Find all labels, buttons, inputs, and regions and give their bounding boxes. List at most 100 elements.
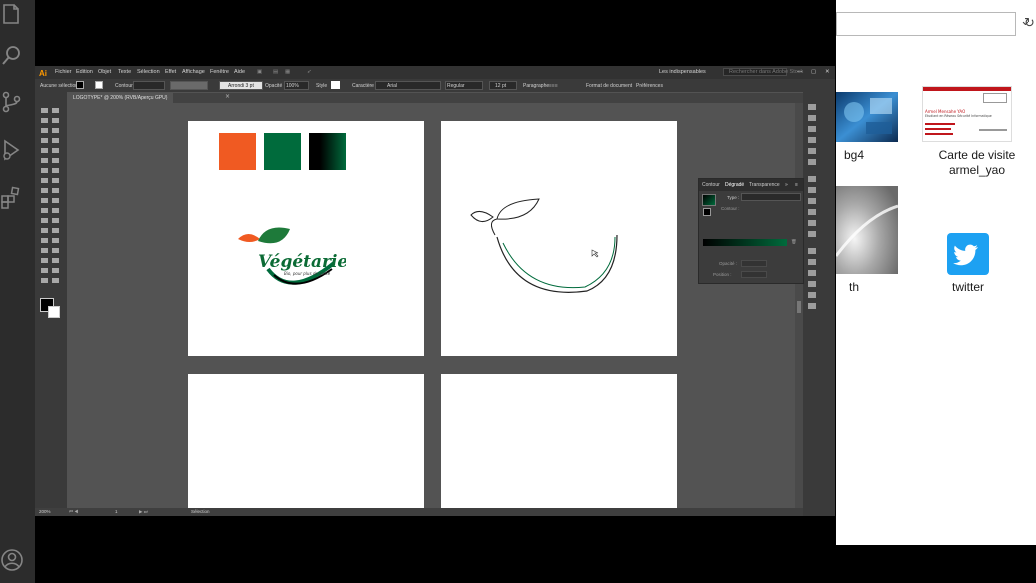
menu-item[interactable]: Effet bbox=[165, 69, 176, 75]
tool-icon[interactable] bbox=[52, 268, 59, 273]
file-name[interactable]: Carte de visite armel_yao bbox=[922, 148, 1032, 178]
dock-panel-icon[interactable] bbox=[808, 259, 816, 265]
tool-icon[interactable] bbox=[52, 148, 59, 153]
swatch-gradient[interactable] bbox=[309, 133, 346, 170]
dock-panel-icon[interactable] bbox=[808, 248, 816, 254]
document-setup-button[interactable]: Format de document bbox=[586, 83, 632, 89]
dock-panel-icon[interactable] bbox=[808, 231, 816, 237]
swatch-orange[interactable] bbox=[219, 133, 256, 170]
file-thumbnail-th[interactable] bbox=[836, 186, 898, 274]
zoom-level[interactable]: 200% bbox=[39, 509, 51, 514]
menu-item[interactable]: Edition bbox=[76, 69, 93, 75]
style-swatch[interactable] bbox=[331, 81, 340, 89]
menu-item[interactable]: Sélection bbox=[137, 69, 160, 75]
maximize-button[interactable]: ▢ bbox=[811, 69, 816, 75]
file-thumbnail-bg4[interactable] bbox=[836, 92, 898, 142]
tool-icon[interactable] bbox=[52, 158, 59, 163]
tool-icon[interactable] bbox=[52, 248, 59, 253]
font-family-field[interactable] bbox=[375, 81, 441, 90]
tool-icon[interactable] bbox=[52, 238, 59, 243]
tab-transparency[interactable]: Transparence bbox=[749, 182, 780, 188]
dock-panel-icon[interactable] bbox=[808, 209, 816, 215]
tool-icon[interactable] bbox=[52, 168, 59, 173]
tool-icon[interactable] bbox=[41, 108, 48, 113]
type-select[interactable] bbox=[741, 193, 801, 201]
tool-icon[interactable] bbox=[52, 278, 59, 283]
character-label[interactable]: Caractère bbox=[352, 83, 374, 89]
dock-panel-icon[interactable] bbox=[808, 187, 816, 193]
dock-panel-icon[interactable] bbox=[808, 159, 816, 165]
dock-panel-icon[interactable] bbox=[808, 115, 816, 121]
bridge-icon[interactable]: ▣ bbox=[257, 69, 262, 75]
dock-panel-icon[interactable] bbox=[808, 104, 816, 110]
tool-icon[interactable] bbox=[52, 138, 59, 143]
extensions-icon[interactable] bbox=[0, 186, 24, 210]
source-control-icon[interactable] bbox=[0, 90, 24, 114]
tool-icon[interactable] bbox=[41, 258, 48, 263]
file-thumbnail-carte-de-visite[interactable]: Armel Mensahe YAO Etudiant en Réseau Séc… bbox=[922, 86, 1012, 142]
dock-panel-icon[interactable] bbox=[808, 126, 816, 132]
vertical-scrollbar[interactable] bbox=[795, 103, 803, 508]
file-name[interactable]: th bbox=[836, 280, 872, 295]
tab-gradient[interactable]: Dégradé bbox=[725, 182, 744, 188]
tool-icon[interactable] bbox=[52, 108, 59, 113]
tool-icon[interactable] bbox=[41, 228, 48, 233]
tool-icon[interactable] bbox=[52, 218, 59, 223]
dock-panel-icon[interactable] bbox=[808, 303, 816, 309]
minimize-button[interactable]: — bbox=[797, 69, 803, 75]
panel-menu-icon[interactable]: ≡ bbox=[795, 182, 798, 188]
account-icon[interactable] bbox=[0, 548, 24, 572]
dock-panel-icon[interactable] bbox=[808, 137, 816, 143]
fill-stroke-icon[interactable] bbox=[703, 208, 711, 216]
fill-swatch[interactable] bbox=[76, 80, 84, 89]
artboard-number[interactable]: 1 bbox=[115, 509, 118, 514]
tool-icon[interactable] bbox=[41, 168, 48, 173]
menu-item[interactable]: Objet bbox=[98, 69, 111, 75]
tool-icon[interactable] bbox=[52, 208, 59, 213]
stroke-swatch[interactable] bbox=[95, 80, 103, 89]
gradient-opacity-field[interactable] bbox=[741, 260, 767, 267]
panel-collapse-icon[interactable]: » bbox=[785, 182, 788, 188]
tool-icon[interactable] bbox=[52, 128, 59, 133]
artboard-3[interactable] bbox=[188, 374, 424, 508]
vegetarien-logo[interactable]: Végétarien Bio, pour plus de santé bbox=[234, 223, 346, 303]
preferences-button[interactable]: Préférences bbox=[636, 83, 663, 89]
tool-icon[interactable] bbox=[41, 198, 48, 203]
tool-icon[interactable] bbox=[41, 208, 48, 213]
search-icon[interactable] bbox=[0, 44, 24, 68]
dock-panel-icon[interactable] bbox=[808, 292, 816, 298]
align-buttons[interactable]: ≡≡≡ bbox=[549, 83, 558, 89]
close-tab-icon[interactable]: × bbox=[225, 93, 230, 100]
tool-icon[interactable] bbox=[52, 188, 59, 193]
artboard-nav-icons[interactable]: ⏮ ◀ bbox=[69, 509, 78, 514]
gradient-preview[interactable] bbox=[702, 194, 716, 206]
tool-icon[interactable] bbox=[41, 118, 48, 123]
file-name[interactable]: bg4 bbox=[836, 148, 872, 163]
tool-icon[interactable] bbox=[52, 198, 59, 203]
run-debug-icon[interactable] bbox=[0, 138, 24, 162]
artboard-next-icons[interactable]: ▶ ⏭ bbox=[139, 509, 148, 515]
files-icon[interactable] bbox=[0, 2, 24, 26]
dock-panel-icon[interactable] bbox=[808, 220, 816, 226]
menu-item[interactable]: Fichier bbox=[55, 69, 72, 75]
artboard-4[interactable] bbox=[441, 374, 677, 508]
leaf-outline-drawing[interactable] bbox=[467, 193, 627, 303]
tool-icon[interactable] bbox=[41, 178, 48, 183]
tool-icon[interactable] bbox=[41, 188, 48, 193]
tool-icon[interactable] bbox=[41, 138, 48, 143]
delete-stop-icon[interactable]: 🗑 bbox=[791, 239, 797, 245]
artboard-1[interactable]: Végétarien Bio, pour plus de santé bbox=[188, 121, 424, 356]
stroke-none-swatch[interactable] bbox=[48, 306, 60, 318]
tool-icon[interactable] bbox=[41, 148, 48, 153]
dock-panel-icon[interactable] bbox=[808, 148, 816, 154]
workspace-switcher[interactable]: Les indispensables bbox=[659, 69, 706, 75]
sync-icon[interactable]: ➶ bbox=[307, 69, 312, 75]
stock-icon[interactable]: ▤ bbox=[273, 69, 278, 75]
swatch-green[interactable] bbox=[264, 133, 301, 170]
close-button[interactable]: ✕ bbox=[825, 69, 830, 75]
tool-icon[interactable] bbox=[52, 228, 59, 233]
dock-panel-icon[interactable] bbox=[808, 198, 816, 204]
document-tab[interactable]: LOGOTYPE* @ 200% (RVB/Aperçu GPU) bbox=[67, 93, 174, 103]
variable-width-field[interactable] bbox=[170, 81, 208, 90]
twitter-icon[interactable] bbox=[946, 232, 990, 276]
